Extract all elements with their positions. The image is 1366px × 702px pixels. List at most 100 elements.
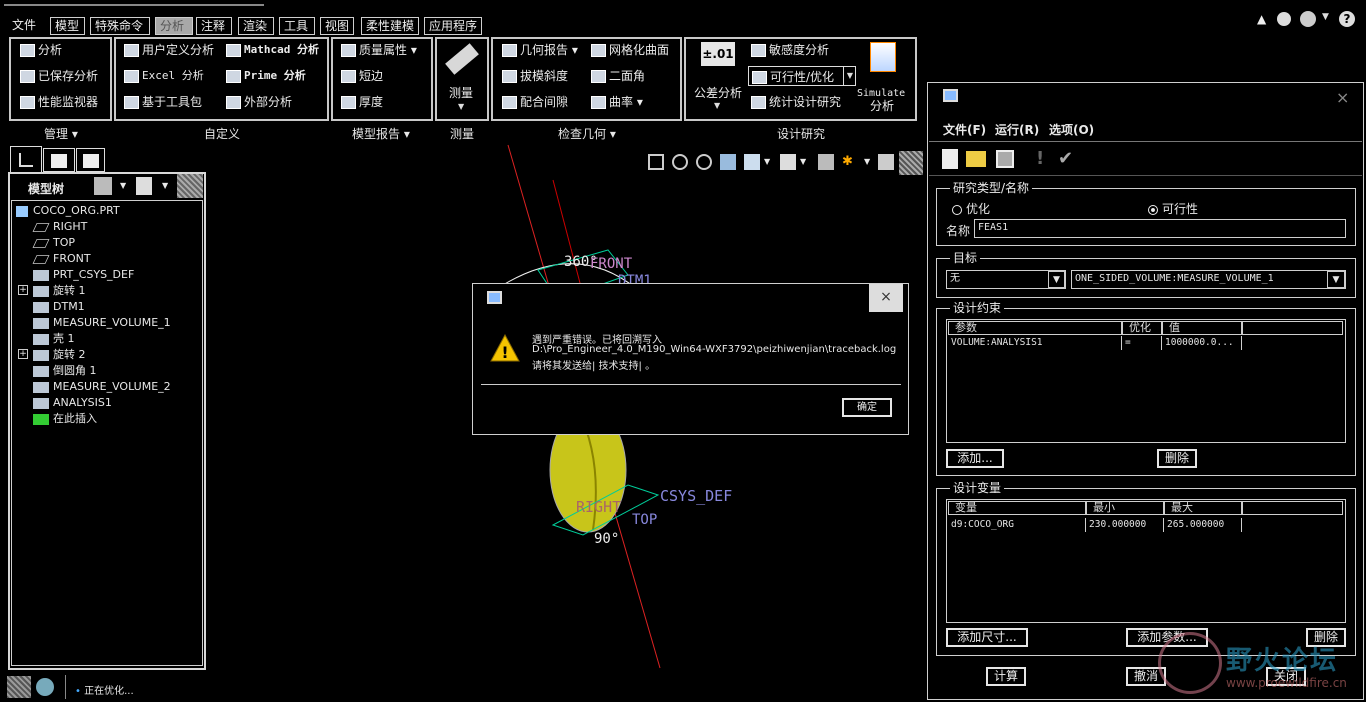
tab-2[interactable]: 分析 [155,17,193,35]
tree-item[interactable]: 壳 1 [33,332,75,346]
status-globe-icon[interactable] [36,678,54,696]
chevron-down-icon[interactable]: ▼ [120,181,126,190]
constraints-header-opt[interactable]: 优化 [1122,321,1162,335]
tab-6[interactable]: 视图 [320,17,354,35]
tree-tab-folder[interactable] [43,148,75,172]
radio-feasibility[interactable]: 可行性 [1148,200,1198,217]
statistical-study-button[interactable]: 统计设计研究 [751,95,841,109]
user-defined-analysis-button[interactable]: 用户定义分析 [124,43,214,57]
tree-item[interactable]: ANALYSIS1 [33,396,112,410]
performance-monitor-button[interactable]: 性能监视器 [20,95,98,109]
variables-header-max[interactable]: 最大 [1164,501,1242,515]
thickness-button[interactable]: 厚度 [341,95,383,109]
tree-item[interactable]: DTM1 [33,300,85,314]
status-grid-icon[interactable] [7,676,31,698]
panel-menu-run[interactable]: 运行(R) [995,121,1039,138]
help-icon[interactable]: ? [1339,11,1355,27]
constraint-opt-cell[interactable]: = [1122,336,1162,350]
toolkit-button[interactable]: 基于工具包 [124,95,202,109]
panel-close-button[interactable]: × [1336,88,1349,107]
minimize-ribbon-icon[interactable]: ▲ [1257,12,1266,26]
group-label-manage[interactable]: 管理 ▾ [44,125,78,142]
draft-button[interactable]: 拔模斜度 [502,69,568,83]
analysis-button[interactable]: 分析 [20,43,62,57]
short-edge-button[interactable]: 短边 [341,69,383,83]
tree-settings-icon[interactable] [94,177,112,195]
tree-item[interactable]: MEASURE_VOLUME_2 [33,380,171,394]
tree-item[interactable]: 旋转 2 [33,348,86,362]
new-file-icon[interactable] [942,149,958,169]
expand-icon[interactable]: + [18,285,28,295]
tree-item[interactable]: 旋转 1 [33,284,86,298]
search-icon[interactable] [1277,12,1291,26]
goal-measure-select[interactable]: ONE_SIDED_VOLUME:MEASURE_VOLUME_1 [1071,270,1346,289]
tolerance-icon[interactable]: ±.01 [701,42,735,66]
clearance-button[interactable]: 配合间隙 [502,95,568,109]
tree-root[interactable]: COCO_ORG.PRT [16,204,120,217]
tree-item[interactable]: RIGHT [32,220,87,234]
simulate-icon[interactable] [870,42,896,72]
tab-3[interactable]: 注释 [196,17,232,35]
chevron-down-icon[interactable]: ▼ [1322,12,1329,22]
tree-item[interactable]: MEASURE_VOLUME_1 [33,316,171,330]
add-constraint-button[interactable]: 添加... [946,449,1004,468]
mathcad-analysis-button[interactable]: Mathcad 分析 [226,43,319,57]
tab-5[interactable]: 工具 [279,17,315,35]
name-input[interactable]: FEAS1 [974,219,1346,238]
variable-min-cell[interactable]: 230.000000 [1086,518,1164,532]
constraint-value-cell[interactable]: 1000000.0... [1162,336,1242,350]
variable-name-cell[interactable]: d9:COCO_ORG [948,518,1086,532]
warning-flag-icon[interactable]: ! [1036,148,1044,169]
tree-tab-favorites[interactable] [76,148,105,172]
tolerance-analysis-button[interactable]: 公差分析 [694,86,742,100]
panel-menu-options[interactable]: 选项(O) [1049,121,1094,138]
tree-show-icon[interactable] [136,177,152,195]
tree-tab-model[interactable] [10,146,42,172]
add-dimension-button[interactable]: 添加尺寸... [946,628,1028,647]
mesh-surface-button[interactable]: 网格化曲面 [591,43,669,57]
tree-item[interactable]: TOP [32,236,75,250]
constraints-header-param[interactable]: 参数 [948,321,1122,335]
constraints-header-value[interactable]: 值 [1162,321,1242,335]
variables-header-var[interactable]: 变量 [948,501,1086,515]
delete-constraint-button[interactable]: 删除 [1157,449,1197,468]
geometry-report-button[interactable]: 几何报告 ▾ [502,43,578,57]
open-folder-icon[interactable] [966,151,986,167]
sensitivity-button[interactable]: 敏感度分析 [751,43,829,57]
excel-analysis-button[interactable]: Excel 分析 [124,69,204,83]
compute-button[interactable]: 计算 [986,667,1026,686]
mass-properties-button[interactable]: 质量属性 ▾ [341,43,417,57]
menu-file[interactable]: 文件 [12,17,36,33]
tree-item[interactable]: PRT_CSYS_DEF [33,268,134,282]
prime-analysis-button[interactable]: Prime 分析 [226,69,306,83]
dialog-close-button[interactable]: × [869,284,903,312]
chevron-down-icon[interactable]: ▼ [1048,271,1065,288]
panel-menu-file[interactable]: 文件(F) [943,121,986,138]
community-icon[interactable] [1300,11,1316,27]
chevron-down-icon[interactable]: ▼ [843,66,856,86]
variables-header-min[interactable]: 最小 [1086,501,1164,515]
external-analysis-button[interactable]: 外部分析 [226,95,292,109]
tree-item[interactable]: 在此插入 [33,412,97,426]
tree-item[interactable]: FRONT [32,252,91,266]
tree-item[interactable]: 倒圆角 1 [33,364,97,378]
tab-8[interactable]: 应用程序 [424,17,482,35]
dihedral-button[interactable]: 二面角 [591,69,645,83]
chevron-down-icon[interactable]: ▼ [1327,271,1345,288]
tree-filter-icon[interactable] [177,174,203,198]
measure-button[interactable]: 测量 [449,86,473,100]
tab-4[interactable]: 渲染 [238,17,274,35]
variable-max-cell[interactable]: 265.000000 [1164,518,1242,532]
ok-button[interactable]: 确定 [842,398,892,417]
tab-0[interactable]: 模型 [50,17,85,35]
tab-7[interactable]: 柔性建模 [361,17,419,35]
chevron-down-icon[interactable]: ▼ [162,181,168,190]
constraint-param-cell[interactable]: VOLUME:ANALYSIS1 [948,336,1122,350]
curvature-button[interactable]: 曲率 ▾ [591,95,643,109]
expand-icon[interactable]: + [18,349,28,359]
check-icon[interactable]: ✔ [1058,148,1073,169]
save-icon[interactable] [996,150,1014,168]
saved-analysis-button[interactable]: 已保存分析 [20,69,98,83]
radio-optimize[interactable]: 优化 [952,200,990,217]
tab-1[interactable]: 特殊命令 [90,17,150,35]
